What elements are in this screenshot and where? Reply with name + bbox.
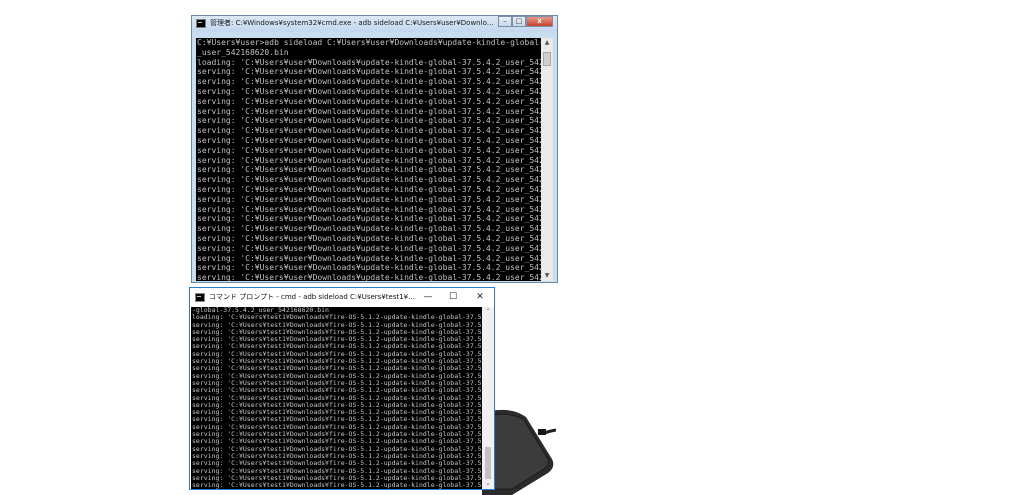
console-line: serving: 'C:¥Users¥user¥Downloads¥update… (197, 234, 541, 244)
admin-cmd-console-output[interactable]: C:¥Users¥user>adb sideload C:¥Users¥user… (196, 38, 541, 281)
console-line: serving: 'C:¥Users¥user¥Downloads¥update… (197, 156, 541, 166)
close-button[interactable]: ✕ (470, 291, 490, 304)
console-line: serving: 'C:¥Users¥user¥Downloads¥update… (197, 263, 541, 273)
console-line-text: ser_542168620.bin' (~21%) (192, 488, 294, 490)
console-line: serving: 'C:¥Users¥user¥Downloads¥update… (197, 224, 541, 234)
console-line-text: _user_542168620.bin (197, 47, 289, 57)
admin-cmd-window-controls: – □ x (498, 16, 553, 28)
console-line-text: serving: 'C:¥Users¥user¥Downloads¥update… (197, 145, 541, 155)
console-line: serving: 'C:¥Users¥user¥Downloads¥update… (197, 97, 541, 107)
minimize-button[interactable]: — (418, 291, 438, 304)
maximize-button[interactable]: ☐ (443, 291, 463, 304)
scrollbar-thumb[interactable] (543, 52, 551, 66)
console-line-text: serving: 'C:¥Users¥user¥Downloads¥update… (197, 116, 541, 126)
console-lines: -global-37.5.4.2_user_542168620.bin loadi… (191, 307, 482, 489)
console-line: serving: 'C:¥Users¥user¥Downloads¥update… (197, 205, 541, 215)
console-line: serving: 'C:¥Users¥user¥Downloads¥update… (197, 87, 541, 97)
console-line-text: serving: 'C:¥Users¥user¥Downloads¥update… (197, 194, 541, 204)
console-line: serving: 'C:¥Users¥user¥Downloads¥update… (197, 214, 541, 224)
console-line-text: serving: 'C:¥Users¥user¥Downloads¥update… (197, 224, 541, 234)
console-line-text: serving: 'C:¥Users¥user¥Downloads¥update… (197, 233, 541, 243)
scroll-up-arrow-icon[interactable]: ▲ (541, 38, 553, 48)
scroll-down-arrow-icon[interactable]: ▼ (541, 271, 553, 281)
console-line: serving: 'C:¥Users¥user¥Downloads¥update… (197, 244, 541, 254)
console-line-text: serving: 'C:¥Users¥user¥Downloads¥update… (197, 155, 541, 165)
console-line-text: serving: 'C:¥Users¥user¥Downloads¥update… (197, 165, 541, 175)
console-line: serving: 'C:¥Users¥user¥Downloads¥update… (197, 67, 541, 77)
console-line-text: serving: 'C:¥Users¥user¥Downloads¥update… (197, 214, 541, 224)
cmd-app-icon (196, 19, 206, 28)
console-line-text: serving: 'C:¥Users¥user¥Downloads¥update… (197, 184, 541, 194)
console-line-text: serving: 'C:¥Users¥user¥Downloads¥update… (197, 106, 541, 116)
console-line-text: loading: 'C:¥Users¥user¥Downloads¥update… (197, 57, 541, 67)
console-line: serving: 'C:¥Users¥user¥Downloads¥update… (197, 107, 541, 117)
console-line: serving: 'C:¥Users¥user¥Downloads¥update… (197, 77, 541, 87)
console-line: serving: 'C:¥Users¥user¥Downloads¥update… (197, 273, 541, 281)
console-line-text: serving: 'C:¥Users¥user¥Downloads¥update… (197, 204, 541, 214)
console-line: serving: 'C:¥Users¥user¥Downloads¥update… (197, 185, 541, 195)
console-line-text: serving: 'C:¥Users¥user¥Downloads¥update… (197, 253, 541, 263)
console-line: loading: 'C:¥Users¥user¥Downloads¥update… (197, 58, 541, 68)
console-line-text: serving: 'C:¥Users¥user¥Downloads¥update… (197, 67, 541, 77)
cmd-prompt-window-title: コマンド プロンプト - cmd - adb sideload C:¥Users… (209, 293, 416, 301)
console-line-text: serving: 'C:¥Users¥user¥Downloads¥update… (197, 273, 541, 281)
admin-cmd-window: 管理者: C:¥Windows¥system32¥cmd.exe - adb s… (191, 15, 558, 283)
admin-cmd-scrollbar[interactable]: ▲ ▼ (541, 38, 553, 281)
maximize-button[interactable]: □ (512, 16, 526, 27)
scroll-down-arrow-icon[interactable]: ⌄ (482, 479, 494, 489)
scroll-up-arrow-icon[interactable]: ⌃ (482, 307, 494, 317)
console-line-text: serving: 'C:¥Users¥user¥Downloads¥update… (197, 135, 541, 145)
admin-cmd-titlebar[interactable]: 管理者: C:¥Windows¥system32¥cmd.exe - adb s… (192, 16, 557, 32)
cmd-prompt-console-output[interactable]: -global-37.5.4.2_user_542168620.bin loadi… (191, 307, 482, 489)
cmd-app-icon (195, 293, 205, 302)
cmd-prompt-scrollbar[interactable]: ⌃ ⌄ (482, 307, 494, 489)
console-line-text: serving: 'C:¥Users¥user¥Downloads¥update… (197, 175, 541, 185)
console-lines: C:¥Users¥user>adb sideload C:¥Users¥user… (196, 38, 541, 281)
console-line-text: C:¥Users¥user>adb sideload C:¥Users¥user… (197, 38, 541, 47)
console-line: serving: 'C:¥Users¥user¥Downloads¥update… (197, 136, 541, 146)
console-line: _user_542168620.bin (197, 48, 541, 58)
cmd-prompt-window: コマンド プロンプト - cmd - adb sideload C:¥Users… (189, 287, 495, 490)
console-line-text: serving: 'C:¥Users¥user¥Downloads¥update… (197, 263, 541, 273)
console-line-text: serving: 'C:¥Users¥user¥Downloads¥update… (197, 243, 541, 253)
console-line: serving: 'C:¥Users¥user¥Downloads¥update… (197, 195, 541, 205)
minimize-button[interactable]: – (498, 16, 512, 27)
console-line: serving: 'C:¥Users¥user¥Downloads¥update… (197, 165, 541, 175)
close-button[interactable]: x (526, 16, 553, 27)
console-line-text: serving: 'C:¥Users¥user¥Downloads¥update… (197, 126, 541, 136)
console-line-text: serving: 'C:¥Users¥user¥Downloads¥update… (197, 86, 541, 96)
console-line: serving: 'C:¥Users¥user¥Downloads¥update… (197, 175, 541, 185)
console-line: C:¥Users¥user>adb sideload C:¥Users¥user… (197, 38, 541, 48)
admin-cmd-window-title: 管理者: C:¥Windows¥system32¥cmd.exe - adb s… (210, 19, 496, 27)
console-line-text: serving: 'C:¥Users¥user¥Downloads¥update… (197, 96, 541, 106)
console-line: serving: 'C:¥Users¥user¥Downloads¥update… (197, 146, 541, 156)
console-line: serving: 'C:¥Users¥user¥Downloads¥update… (197, 254, 541, 264)
console-line: serving: 'C:¥Users¥user¥Downloads¥update… (197, 126, 541, 136)
console-line-text: serving: 'C:¥Users¥user¥Downloads¥update… (197, 77, 541, 87)
cmd-prompt-titlebar[interactable]: コマンド プロンプト - cmd - adb sideload C:¥Users… (190, 288, 494, 307)
console-line: serving: 'C:¥Users¥user¥Downloads¥update… (197, 116, 541, 126)
scrollbar-thumb[interactable] (485, 447, 491, 479)
